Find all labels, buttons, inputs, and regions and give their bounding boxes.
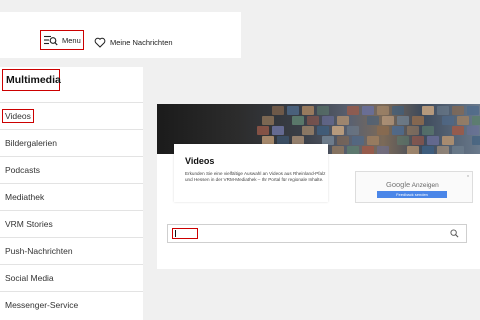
videos-info-card: Videos Erkunden Sie eine vielfältige Aus… (174, 144, 328, 202)
video-thumbnail-tile (472, 136, 480, 145)
video-thumbnail-tile (442, 136, 454, 145)
my-news-link[interactable]: Meine Nachrichten (94, 35, 173, 49)
sidebar-item-videos[interactable]: Videos (0, 102, 143, 128)
video-thumbnail-tile (392, 106, 404, 115)
sidebar-item-push-nachrichten[interactable]: Push-Nachrichten (0, 237, 143, 263)
video-thumbnail-tile (367, 116, 379, 125)
video-thumbnail-tile (452, 146, 464, 154)
video-thumbnail-tile (332, 126, 344, 135)
video-thumbnail-tile (427, 136, 439, 145)
menu-label: Menu (62, 35, 81, 45)
sidebar-item-label: Podcasts (5, 164, 40, 175)
sidebar-item-podcasts[interactable]: Podcasts (0, 156, 143, 182)
video-thumbnail-tile (362, 106, 374, 115)
menu-button[interactable]: Menu (40, 30, 84, 50)
multimedia-sidebar: Multimedia Videos Bildergalerien Podcast… (0, 67, 143, 320)
videos-content: Videos Erkunden Sie eine vielfältige Aus… (157, 104, 480, 269)
text-caret (175, 230, 176, 237)
video-thumbnail-tile (257, 126, 269, 135)
video-search-box (167, 224, 467, 243)
video-thumbnail-tile (412, 136, 424, 145)
video-thumbnail-tile (332, 146, 344, 154)
sidebar-item-social-media[interactable]: Social Media (0, 264, 143, 290)
video-thumbnail-tile (467, 106, 479, 115)
search-icon[interactable] (450, 229, 459, 238)
my-news-label: Meine Nachrichten (110, 37, 173, 47)
video-thumbnail-tile (287, 106, 299, 115)
video-thumbnail-tile (292, 116, 304, 125)
sidebar-item-label: Videos (2, 108, 34, 123)
video-thumbnail-tile (337, 116, 349, 125)
heart-icon (94, 37, 106, 48)
video-thumbnail-tile (377, 146, 389, 154)
sidebar-item-label: Mediathek (5, 191, 45, 202)
ad-feedback-button[interactable]: Feedback senden (377, 191, 447, 198)
page-title: Videos (185, 156, 215, 166)
sidebar-item-label: Push-Nachrichten (5, 245, 73, 256)
sidebar-item-label: Messenger-Service (5, 299, 79, 310)
video-thumbnail-tile (262, 116, 274, 125)
menu-search-icon (44, 35, 58, 45)
video-thumbnail-tile (317, 126, 329, 135)
video-thumbnail-tile (437, 106, 449, 115)
video-thumbnail-tile (437, 146, 449, 154)
video-thumbnail-tile (407, 126, 419, 135)
ad-label: Google Anzeigen (386, 180, 439, 189)
video-thumbnail-tile (377, 126, 389, 135)
sidebar-item-bildergalerien[interactable]: Bildergalerien (0, 129, 143, 155)
video-thumbnail-tile (397, 116, 409, 125)
video-thumbnail-tile (317, 106, 329, 115)
video-thumbnail-tile (302, 106, 314, 115)
video-thumbnail-tile (442, 116, 454, 125)
page-description: Erkunden Sie eine vielfältige Auswahl an… (185, 171, 326, 183)
video-thumbnail-tile (452, 106, 464, 115)
site-header: Menu Meine Nachrichten (0, 12, 241, 58)
video-thumbnail-tile (302, 126, 314, 135)
video-thumbnail-tile (452, 126, 464, 135)
sidebar-item-messenger-service[interactable]: Messenger-Service (0, 291, 143, 317)
ad-label-text: Anzeigen (411, 182, 439, 189)
video-thumbnail-tile (412, 116, 424, 125)
video-thumbnail-tile (467, 126, 479, 135)
video-thumbnail-tile (337, 136, 349, 145)
video-thumbnail-tile (407, 146, 419, 154)
video-thumbnail-tile (397, 136, 409, 145)
video-thumbnail-tile (422, 106, 434, 115)
video-thumbnail-tile (322, 116, 334, 125)
sidebar-item-label: VRM Stories (5, 218, 53, 229)
sidebar-item-label: Bildergalerien (5, 137, 57, 148)
video-thumbnail-tile (347, 126, 359, 135)
video-thumbnail-tile (347, 106, 359, 115)
video-thumbnail-tile (472, 116, 480, 125)
video-thumbnail-tile (352, 136, 364, 145)
google-ad-box: x Google Anzeigen Feedback senden (355, 171, 473, 203)
ad-brand: Google (386, 180, 411, 189)
sidebar-item-label: Social Media (5, 272, 54, 283)
video-thumbnail-tile (362, 146, 374, 154)
sidebar-title: Multimedia (2, 69, 61, 91)
video-thumbnail-tile (307, 116, 319, 125)
sidebar-item-mediathek[interactable]: Mediathek (0, 183, 143, 209)
video-thumbnail-tile (382, 116, 394, 125)
video-thumbnail-tile (367, 136, 379, 145)
video-thumbnail-tile (347, 146, 359, 154)
video-thumbnail-tile (422, 126, 434, 135)
ad-close-icon[interactable]: x (467, 173, 469, 178)
video-thumbnail-tile (392, 126, 404, 135)
video-thumbnail-tile (457, 116, 469, 125)
video-thumbnail-tile (377, 106, 389, 115)
video-thumbnail-tile (422, 146, 434, 154)
video-thumbnail-tile (272, 106, 284, 115)
video-thumbnail-tile (272, 126, 284, 135)
sidebar-item-vrm-stories[interactable]: VRM Stories (0, 210, 143, 236)
